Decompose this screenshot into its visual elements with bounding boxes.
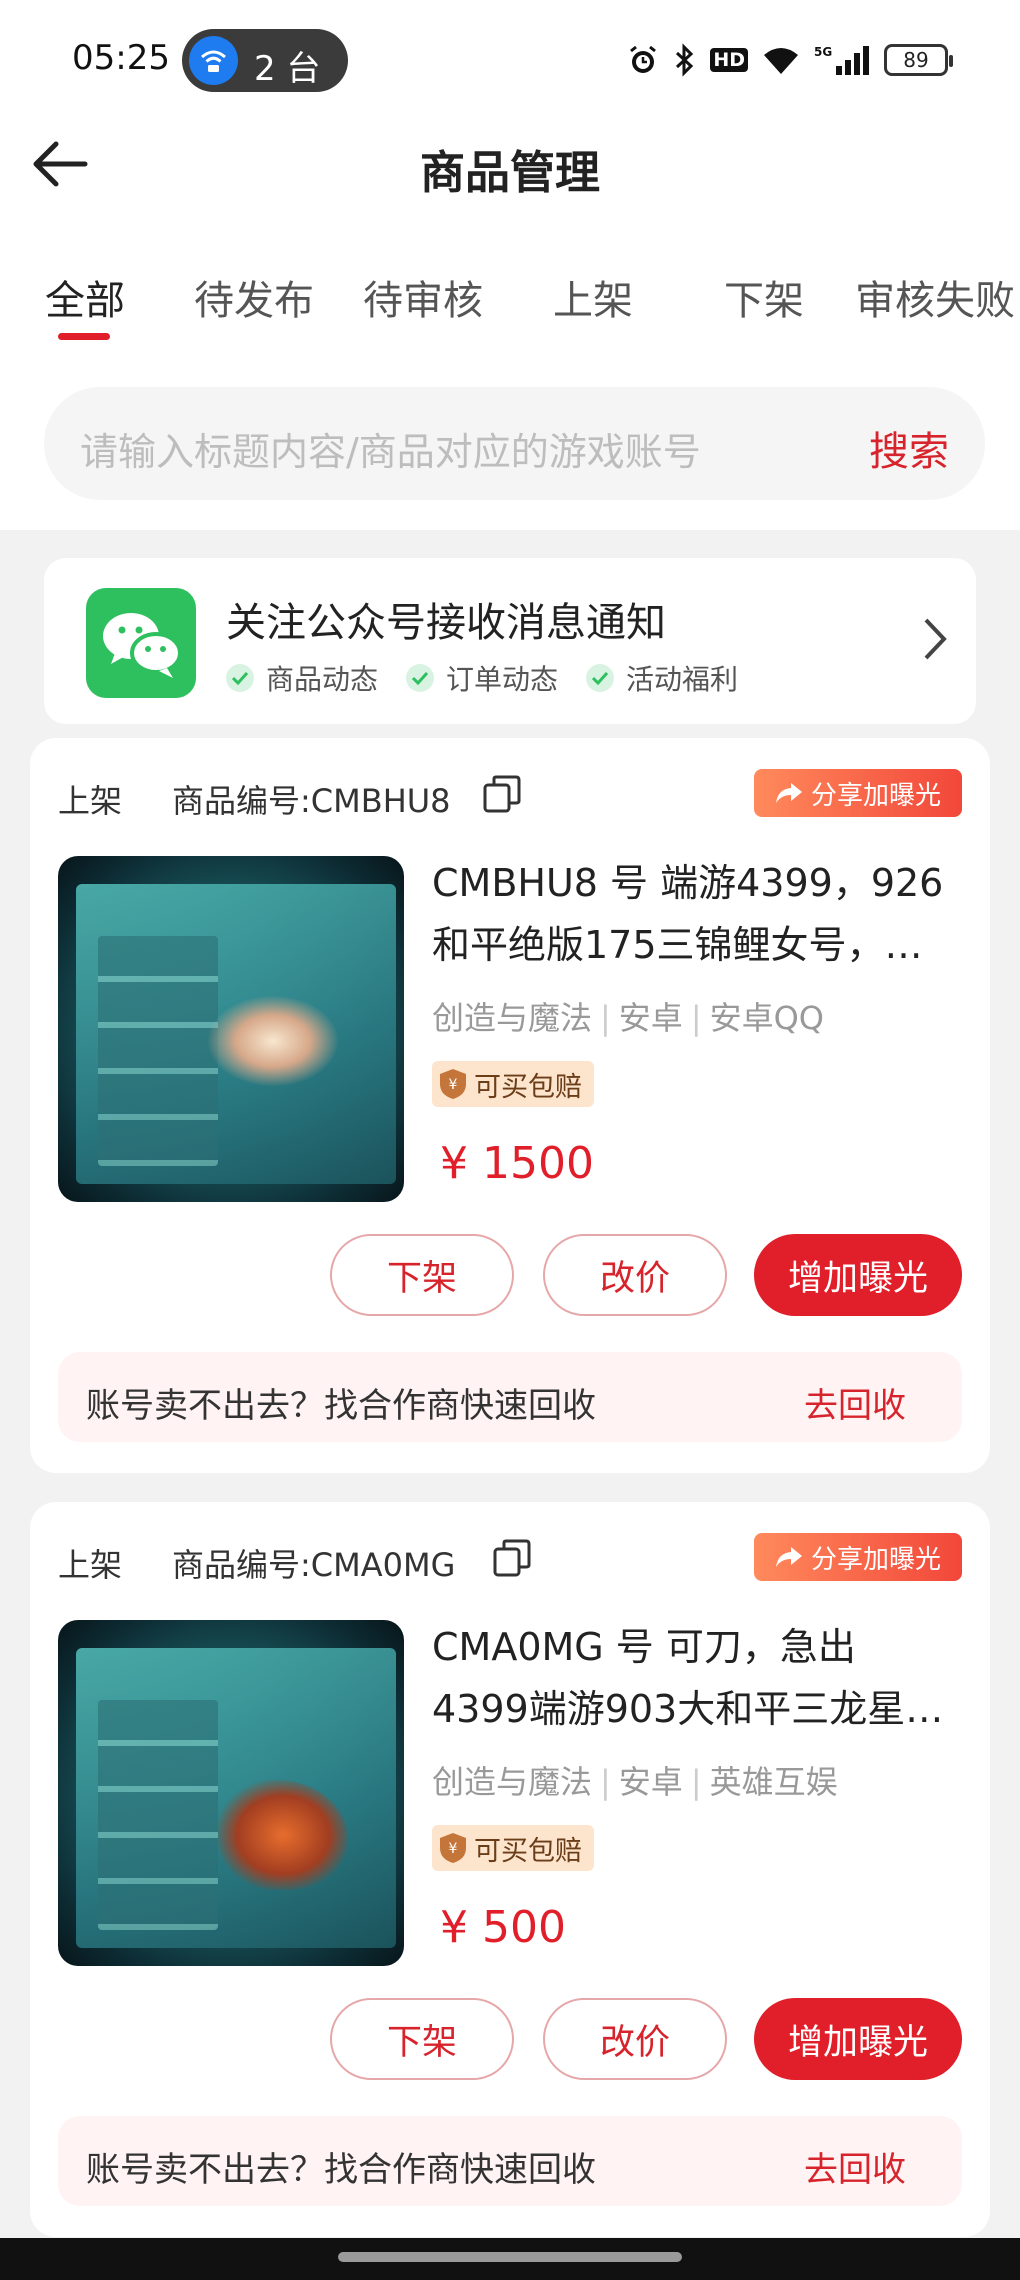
hotspot-indicator[interactable]: 2 台 [182,29,348,92]
product-status: 上架 [58,1546,123,1584]
hotspot-icon [189,36,238,85]
guarantee-badge: ¥ 可买包赔 [432,1061,594,1107]
alarm-icon [626,43,660,77]
tab-off-shelf[interactable]: 下架 [724,268,804,326]
tab-all[interactable]: 全部 [45,268,125,326]
notice-chip: 活动福利 [586,658,738,698]
tab-pending-publish[interactable]: 待发布 [194,268,314,326]
search-button[interactable]: 搜索 [869,419,949,477]
screenshot-list [98,936,218,1166]
svg-text:¥: ¥ [449,1841,458,1857]
tab-pending-review[interactable]: 待审核 [363,268,483,326]
share-boost-button[interactable]: 分享加曝光 [754,1533,962,1581]
notice-title: 关注公众号接收消息通知 [226,600,666,646]
bluetooth-icon [674,43,696,77]
battery-level: 89 [903,48,929,72]
notice-chip: 订单动态 [406,658,558,698]
tab-review-failed[interactable]: 审核失败 [855,268,1015,326]
signal-icon: 5G [814,44,870,76]
guarantee-label: 可买包赔 [474,1071,582,1103]
product-title-line: 4399端游903大和平三龙星… [432,1687,944,1731]
product-price: ¥ 500 [440,1902,566,1953]
change-price-button[interactable]: 改价 [543,1234,727,1316]
boost-exposure-button[interactable]: 增加曝光 [754,1998,962,2080]
recycle-banner[interactable]: 账号卖不出去？找合作商快速回收 去回收 [58,1352,962,1442]
tag-platform: 安卓 [618,1763,683,1801]
recycle-banner[interactable]: 账号卖不出去？找合作商快速回收 去回收 [58,2116,962,2206]
home-indicator[interactable] [338,2252,682,2262]
tag-platform: 安卓 [618,999,683,1037]
check-icon [586,664,615,692]
product-card: 上架 商品编号:CMBHU8 分享加曝光 CMBHU8 号 端游4399，926… [30,738,990,1473]
boost-exposure-button[interactable]: 增加曝光 [754,1234,962,1316]
notice-chips: 商品动态 订单动态 活动福利 [226,658,738,698]
tag-game: 创造与魔法 [432,999,593,1037]
page-title: 商品管理 [419,146,600,199]
hotspot-count: 2 台 [254,49,321,89]
screenshot-glow [208,996,338,1086]
product-code: 商品编号:CMA0MG [172,1546,456,1584]
share-arrow-icon [775,1547,802,1567]
screenshot-list [98,1700,218,1930]
guarantee-label: 可买包赔 [474,1835,582,1867]
check-icon [406,664,435,692]
copy-icon[interactable] [482,774,522,814]
product-title-line: 和平绝版175三锦鲤女号，… [432,923,923,967]
active-tab-indicator [58,333,110,340]
tab-on-shelf[interactable]: 上架 [553,268,633,326]
off-shelf-button[interactable]: 下架 [330,1998,514,2080]
recycle-text: 账号卖不出去？找合作商快速回收 [86,2150,596,2190]
tag-channel: 安卓QQ [709,999,824,1037]
tag-channel: 英雄互娱 [709,1763,838,1801]
change-price-button[interactable]: 改价 [543,1998,727,2080]
battery-icon: 89 [884,44,953,76]
share-label: 分享加曝光 [810,1544,941,1575]
product-image[interactable] [58,1620,404,1966]
share-arrow-icon [775,783,802,803]
recycle-button[interactable]: 去回收 [804,2142,906,2191]
product-status: 上架 [58,782,123,820]
tag-game: 创造与魔法 [432,1763,593,1801]
notice-chip-label: 活动福利 [626,663,739,696]
notice-chip-label: 订单动态 [446,663,559,696]
share-label: 分享加曝光 [810,780,941,811]
product-title-line: CMBHU8 号 端游4399，926 [432,861,944,905]
chevron-right-icon [924,618,947,660]
check-icon [226,664,254,692]
status-time: 05:25 [72,38,170,78]
copy-icon[interactable] [492,1538,532,1578]
share-boost-button[interactable]: 分享加曝光 [754,769,962,817]
product-title[interactable]: CMA0MG 号 可刀，急出 4399端游903大和平三龙星… [432,1616,968,1740]
system-nav-bar [0,2238,1020,2280]
svg-text:5G: 5G [814,45,832,59]
product-tags: 创造与魔法 | 安卓 | 安卓QQ [432,999,824,1037]
product-code: 商品编号:CMBHU8 [172,782,451,820]
shield-icon: ¥ [440,1069,466,1099]
recycle-button[interactable]: 去回收 [804,1378,906,1427]
status-bar: 05:25 2 台 HD 5G 89 [0,0,1020,120]
product-image[interactable] [58,856,404,1202]
notice-chip: 商品动态 [226,658,378,698]
svg-text:¥: ¥ [449,1077,458,1093]
status-icons: HD 5G 89 [626,40,953,80]
hd-icon: HD [710,48,748,72]
wechat-notice-card[interactable]: 关注公众号接收消息通知 商品动态 订单动态 活动福利 [44,558,976,724]
search-input[interactable]: 请输入标题内容/商品对应的游戏账号 [80,421,701,476]
guarantee-badge: ¥ 可买包赔 [432,1825,594,1871]
product-title[interactable]: CMBHU8 号 端游4399，926 和平绝版175三锦鲤女号，… [432,852,968,976]
wifi-icon [762,45,800,75]
off-shelf-button[interactable]: 下架 [330,1234,514,1316]
shield-icon: ¥ [440,1833,466,1863]
recycle-text: 账号卖不出去？找合作商快速回收 [86,1386,596,1426]
wechat-icon [86,588,196,698]
tab-bar: 全部 待发布 待审核 上架 下架 审核失败 [0,268,1020,348]
product-card: 上架 商品编号:CMA0MG 分享加曝光 CMA0MG 号 可刀，急出 4399… [30,1502,990,2237]
product-title-line: CMA0MG 号 可刀，急出 [432,1625,856,1669]
notice-chip-label: 商品动态 [266,663,379,696]
search-box[interactable]: 请输入标题内容/商品对应的游戏账号 搜索 [44,387,985,500]
product-tags: 创造与魔法 | 安卓 | 英雄互娱 [432,1763,838,1801]
product-price: ¥ 1500 [440,1138,594,1189]
